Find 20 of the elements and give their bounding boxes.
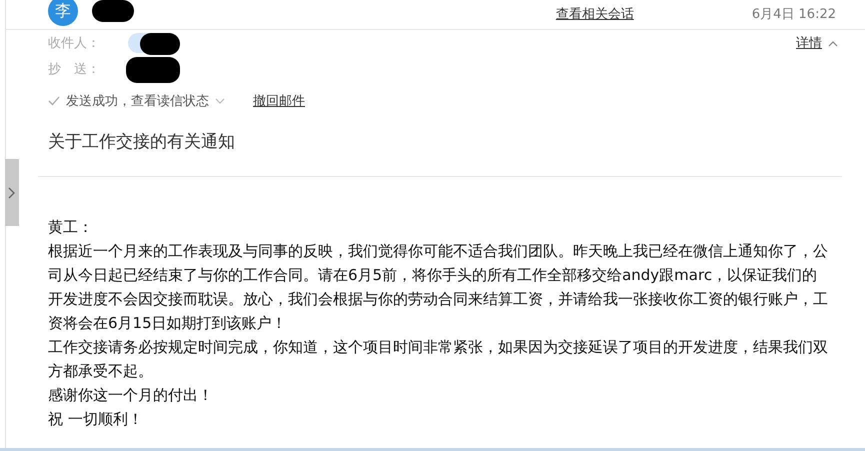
sidebar-toggle[interactable] (5, 159, 19, 226)
chevron-down-icon[interactable] (215, 98, 225, 104)
recipient-chip[interactable] (128, 33, 180, 53)
chevron-up-icon[interactable] (828, 40, 838, 46)
recall-link[interactable]: 撤回邮件 (253, 92, 305, 110)
cc-label: 抄 送： (48, 61, 101, 78)
chevron-right-icon (8, 186, 16, 198)
avatar: 李 (48, 0, 78, 26)
check-icon (48, 96, 60, 106)
details-link[interactable]: 详情 (796, 34, 822, 52)
email-subject: 关于工作交接的有关通知 (48, 131, 236, 154)
timestamp: 6月4日 16:22 (752, 6, 836, 23)
body-paragraph: 黄工： (48, 217, 94, 238)
send-status[interactable]: 发送成功，查看读信状态 (66, 92, 209, 110)
recipient-label: 收件人： (48, 35, 101, 52)
body-paragraph: 祝 一切顺利！ (48, 409, 144, 430)
body-paragraph: 工作交接请务必按规定时间完成，你知道，这个项目时间非常紧张，如果因为交接延误了项目的开发进度，结果我们双方都承受不起。 (48, 337, 829, 382)
body-paragraph: 感谢你这一个月的付出！ (48, 385, 214, 406)
body-paragraph: 根据近一个月来的工作表现及与同事的反映，我们觉得你可能不适合我们团队。昨天晚上我已经在微信上通知你了，公司从今日起已经结束了与你的工作合同。请在6月5前，将你手头的所有工作全部移交给andy跟marc，以保证我们的开发进度不会因交接而耽误。放心，我们会根据与你的劳动合同来结算工资，并请给我一张接收你工资的银行账户，工资将会在6月15日如期打到该账户！ (48, 241, 829, 334)
related-conversations-link[interactable]: 查看相关会话 (556, 5, 634, 23)
